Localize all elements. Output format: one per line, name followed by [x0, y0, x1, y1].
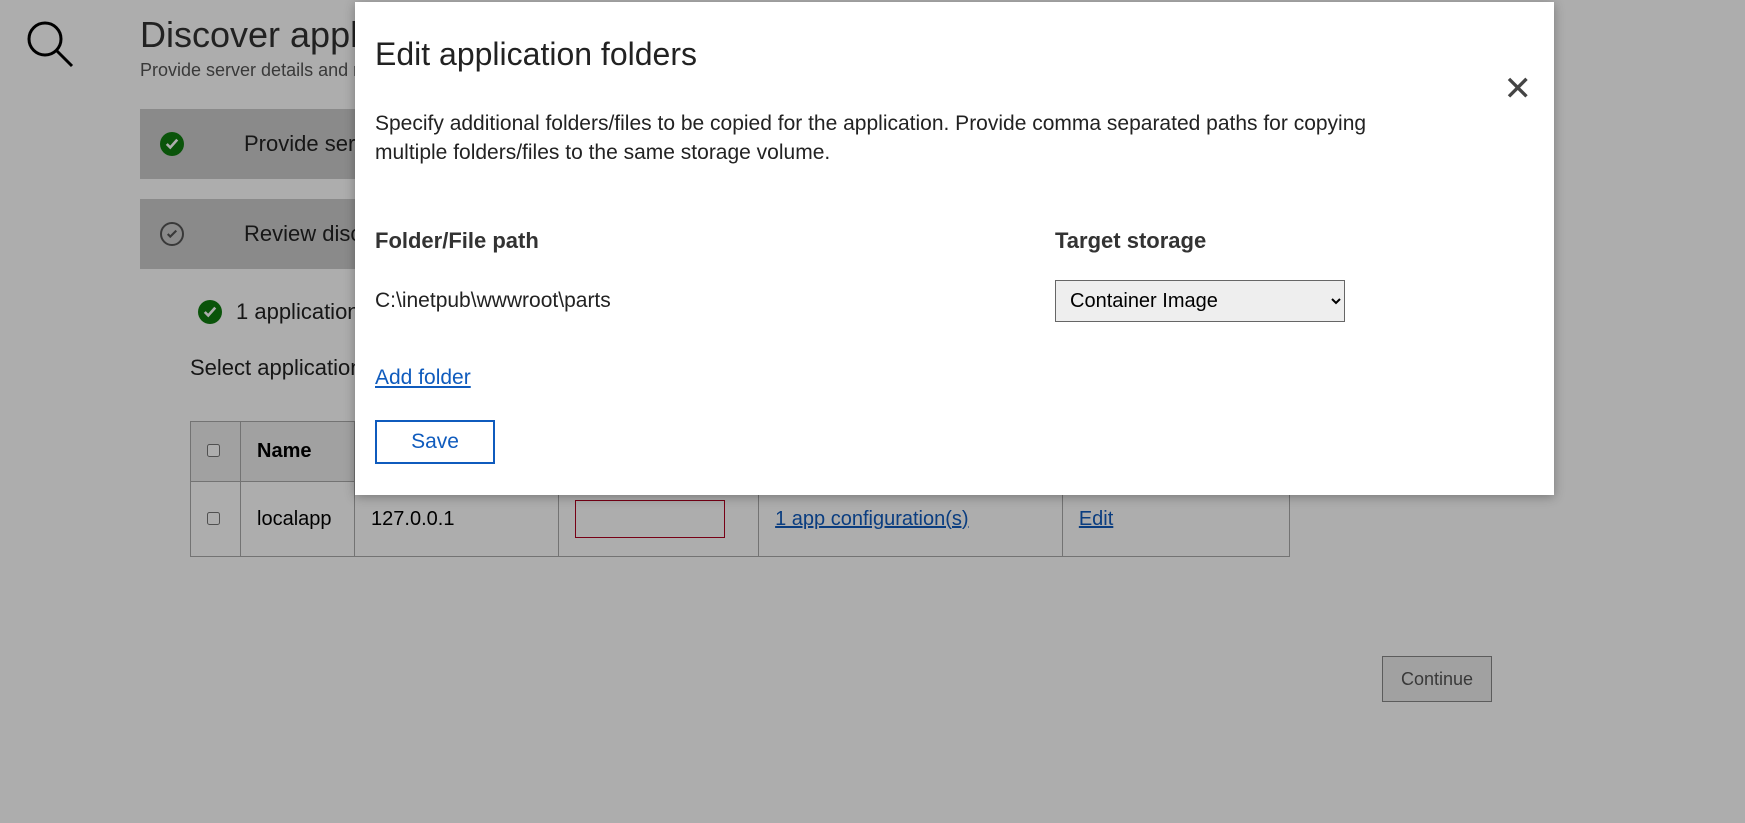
close-icon[interactable]: ✕: [1504, 72, 1533, 106]
save-button[interactable]: Save: [375, 420, 495, 464]
col-folder-path: Folder/File path: [375, 228, 1055, 254]
modal-title: Edit application folders: [375, 36, 1514, 73]
folder-path-value: C:\inetpub\wwwroot\parts: [375, 289, 1055, 313]
edit-folders-modal: Edit application folders ✕ Specify addit…: [355, 2, 1554, 495]
modal-description: Specify additional folders/files to be c…: [375, 109, 1435, 168]
col-target-storage: Target storage: [1055, 228, 1206, 254]
add-folder-link[interactable]: Add folder: [375, 366, 471, 390]
target-storage-select[interactable]: Container Image: [1055, 280, 1345, 322]
